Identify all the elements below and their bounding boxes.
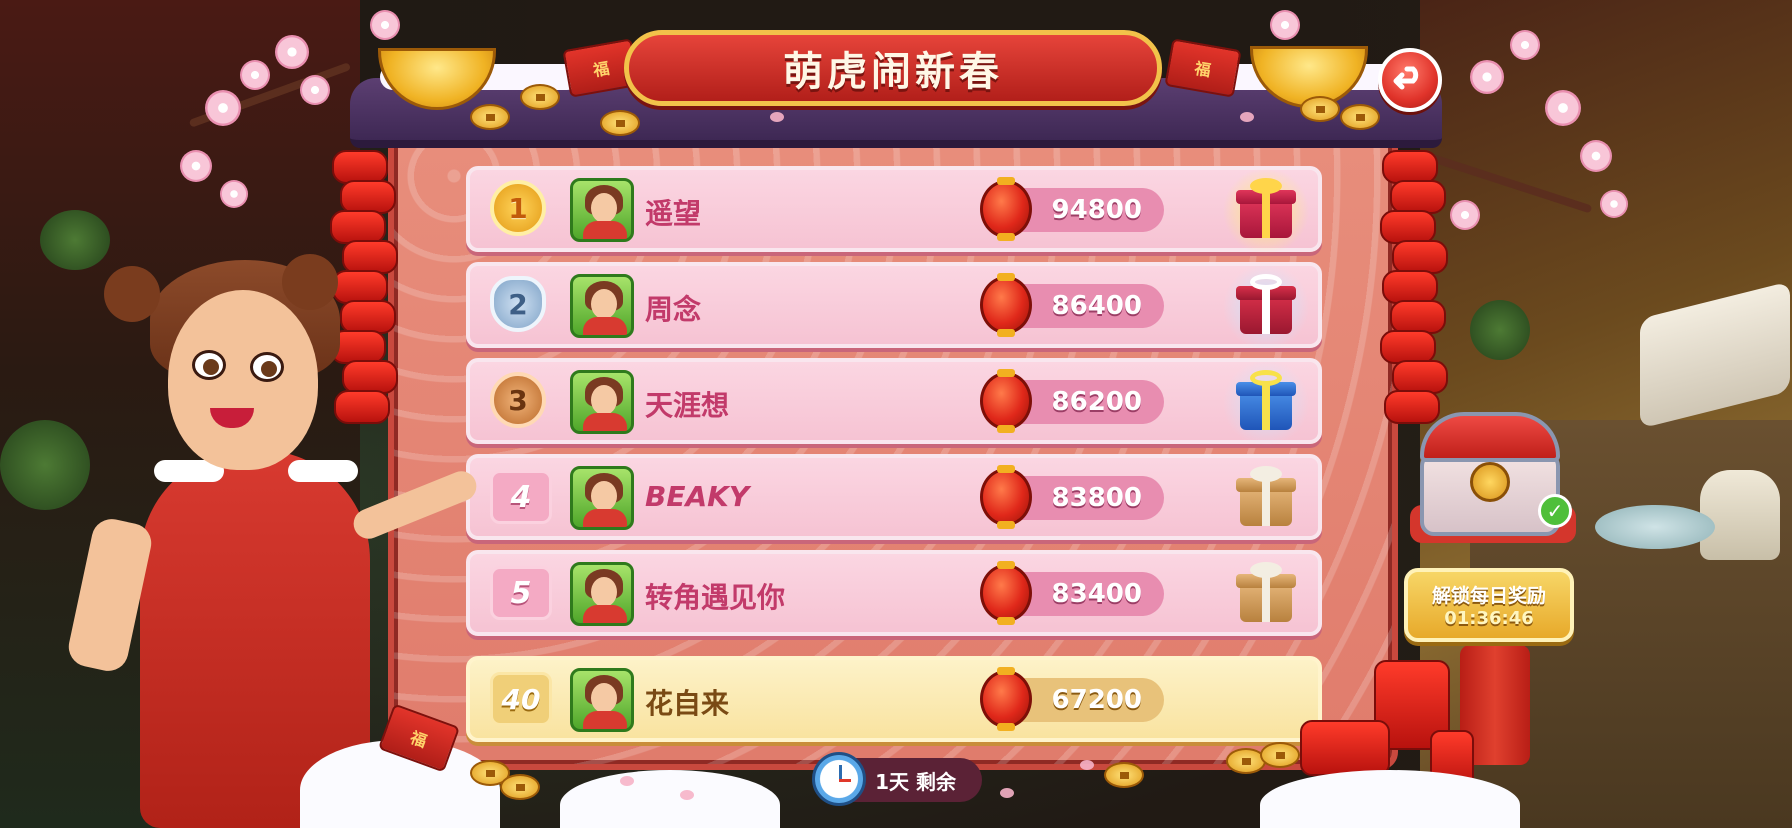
player-avatar — [570, 668, 634, 732]
petal — [1240, 112, 1254, 122]
petal — [1000, 788, 1014, 798]
coin-icon — [1340, 104, 1380, 130]
player-score: 86200 — [1051, 387, 1142, 417]
player-name: 遥望 — [645, 197, 702, 230]
player-avatar — [570, 370, 634, 434]
back-button[interactable] — [1378, 48, 1442, 112]
blossom — [300, 75, 330, 105]
blossom — [1510, 30, 1540, 60]
my-player-score: 67200 — [1051, 685, 1142, 715]
player-avatar — [570, 466, 634, 530]
player-name: 天涯想 — [645, 389, 730, 422]
coin-icon — [470, 104, 510, 130]
leaderboard-row-2[interactable]: 2 周念 86400 — [466, 262, 1322, 350]
blossom — [180, 150, 212, 182]
reward-gift-blue-icon[interactable] — [1222, 360, 1310, 446]
clock-icon — [812, 752, 866, 806]
red-lantern-icon — [980, 667, 1032, 731]
blossom — [240, 60, 270, 90]
red-lantern-icon — [980, 273, 1032, 337]
rank-number: 4 — [490, 470, 552, 524]
event-title: 萌虎闹新春 — [783, 49, 1003, 95]
blossom — [1470, 60, 1504, 94]
player-score: 83400 — [1051, 579, 1142, 609]
player-name: 转角遇见你 — [645, 581, 786, 614]
red-lantern-icon — [980, 465, 1032, 529]
coin-icon — [520, 84, 560, 110]
blossom — [275, 35, 309, 69]
blossom — [1580, 140, 1612, 172]
red-lantern-icon — [980, 177, 1032, 241]
player-score: 86400 — [1051, 291, 1142, 321]
petal — [770, 112, 784, 122]
coin-icon — [1260, 742, 1300, 768]
reward-gift-gold-icon[interactable] — [1222, 168, 1310, 254]
blossom — [1450, 200, 1480, 230]
player-name: 周念 — [645, 293, 702, 326]
blossom — [1545, 90, 1581, 126]
red-lantern-icon — [980, 561, 1032, 625]
lock-icon — [1470, 462, 1510, 502]
coin-icon — [600, 110, 640, 136]
reward-gift-plain-icon[interactable] — [1230, 464, 1302, 534]
reward-gift-silver-icon[interactable] — [1222, 264, 1310, 350]
event-title-banner: 萌虎闹新春 — [624, 30, 1162, 106]
rank-number: 5 — [490, 566, 552, 620]
leaderboard-row-5[interactable]: 5 转角遇见你 83400 — [466, 550, 1322, 636]
rank-medal-bronze: 3 — [490, 372, 546, 428]
petal — [1080, 760, 1094, 770]
leaderboard-row-1[interactable]: 1 遥望 94800 — [466, 166, 1322, 254]
rank-medal-silver: 2 — [490, 276, 546, 332]
plant-decoration — [1470, 300, 1530, 360]
time-left-text: 1天 剩余 — [875, 769, 956, 794]
leaderboard-row-4[interactable]: 4 BEAKY 83800 — [466, 454, 1322, 540]
leaderboard-row-3[interactable]: 3 天涯想 86200 — [466, 358, 1322, 446]
undo-arrow-icon — [1393, 66, 1419, 90]
my-rank-number: 40 — [490, 672, 552, 726]
blossom — [1270, 10, 1300, 40]
blossom — [220, 180, 248, 208]
blossom — [205, 90, 241, 126]
player-score: 83800 — [1051, 483, 1142, 513]
coin-icon — [500, 774, 540, 800]
player-avatar — [570, 274, 634, 338]
my-leaderboard-row[interactable]: 40 花自来 67200 — [466, 656, 1322, 742]
coin-icon — [1300, 96, 1340, 122]
petal — [680, 790, 694, 800]
daily-reward-label: 解锁每日奖励 — [1431, 585, 1546, 607]
petal — [620, 776, 634, 786]
tea-table-decoration — [1595, 505, 1715, 549]
coin-icon — [1104, 762, 1144, 788]
reward-gift-plain-icon[interactable] — [1230, 560, 1302, 630]
player-name: BEAKY — [645, 480, 750, 513]
red-lantern-icon — [980, 369, 1032, 433]
blossom — [370, 10, 400, 40]
armchair-decoration — [1700, 470, 1780, 560]
player-avatar — [570, 178, 634, 242]
checkmark-icon: ✓ — [1538, 494, 1572, 528]
my-player-name: 花自来 — [645, 687, 730, 720]
player-score: 94800 — [1051, 195, 1142, 225]
blossom — [1600, 190, 1628, 218]
daily-reward-countdown: 01:36:46 — [1444, 608, 1534, 629]
rank-medal-gold: 1 — [490, 180, 546, 236]
player-avatar — [570, 562, 634, 626]
unlock-daily-reward-button[interactable]: 解锁每日奖励 01:36:46 — [1404, 568, 1574, 642]
